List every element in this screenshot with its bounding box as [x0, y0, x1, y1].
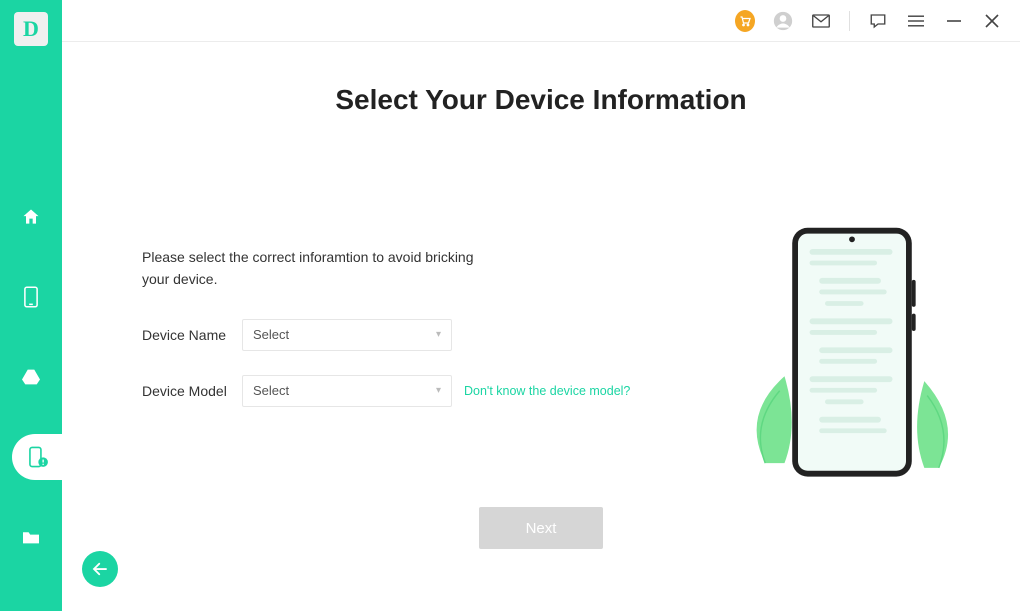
arrow-left-icon — [91, 560, 109, 578]
minimize-icon — [947, 14, 961, 28]
folder-icon — [21, 529, 41, 545]
titlebar — [62, 0, 1020, 42]
chevron-down-icon: ▾ — [436, 385, 441, 396]
app-logo: D — [14, 12, 48, 46]
phone-alert-icon — [27, 446, 49, 468]
menu-icon — [908, 15, 924, 27]
device-name-select[interactable]: Select ▾ — [242, 319, 452, 351]
titlebar-separator — [849, 11, 850, 31]
device-model-row: Device Model Select ▾ Don't know the dev… — [142, 375, 642, 407]
cart-icon — [735, 10, 755, 32]
feedback-icon — [869, 12, 887, 30]
phone-illustration — [752, 222, 952, 492]
logo-letter: D — [23, 16, 39, 42]
sidebar-item-home[interactable] — [0, 194, 62, 240]
sidebar: D — [0, 0, 62, 611]
main-content: Select Your Device Information Please se… — [62, 42, 1020, 611]
device-name-value: Select — [253, 327, 289, 342]
device-name-row: Device Name Select ▾ — [142, 319, 642, 351]
device-model-help-link[interactable]: Don't know the device model? — [464, 384, 630, 398]
cart-button[interactable] — [735, 11, 755, 31]
menu-button[interactable] — [906, 11, 926, 31]
phone-icon — [23, 286, 39, 308]
profile-button[interactable] — [773, 11, 793, 31]
page-title: Select Your Device Information — [142, 84, 940, 116]
device-name-label: Device Name — [142, 327, 242, 343]
device-model-value: Select — [253, 383, 289, 398]
device-model-label: Device Model — [142, 383, 242, 399]
minimize-button[interactable] — [944, 11, 964, 31]
feedback-button[interactable] — [868, 11, 888, 31]
profile-icon — [773, 11, 793, 31]
sidebar-item-repair[interactable] — [12, 434, 62, 480]
close-icon — [985, 14, 999, 28]
sidebar-item-drive[interactable] — [0, 354, 62, 400]
back-button[interactable] — [82, 551, 118, 587]
drive-icon — [21, 368, 41, 386]
device-model-select[interactable]: Select ▾ — [242, 375, 452, 407]
mail-button[interactable] — [811, 11, 831, 31]
home-icon — [21, 207, 41, 227]
next-button[interactable]: Next — [479, 507, 603, 549]
sidebar-item-folder[interactable] — [0, 514, 62, 560]
close-button[interactable] — [982, 11, 1002, 31]
device-form: Please select the correct inforamtion to… — [142, 246, 642, 407]
instruction-text: Please select the correct inforamtion to… — [142, 246, 482, 291]
sidebar-item-phone[interactable] — [0, 274, 62, 320]
sidebar-nav — [0, 194, 62, 560]
chevron-down-icon: ▾ — [436, 329, 441, 340]
mail-icon — [812, 14, 830, 28]
